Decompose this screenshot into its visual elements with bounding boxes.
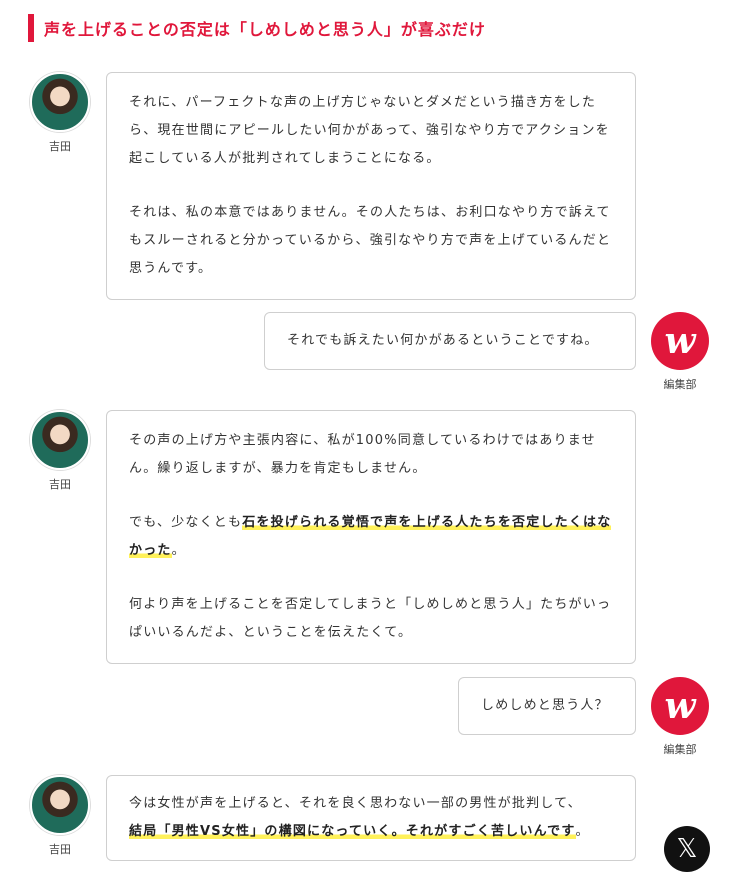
speaker-name: 編集部	[663, 743, 697, 756]
message-paragraph: 結局「男性VS女性」の構図になっていく。それがすごく苦しいんです。	[129, 818, 613, 846]
message-paragraph: それは、私の本意ではありません。その人たちは、お利口なやり方で訴えてもスルーされ…	[129, 205, 612, 276]
message-paragraph: その声の上げ方や主張内容に、私が100%同意しているわけではありません。繰り返し…	[129, 433, 596, 476]
guest-avatar-block: 吉田	[30, 72, 90, 154]
guest-avatar-block: 吉田	[30, 775, 90, 857]
speaker-name: 吉田	[49, 843, 71, 856]
chat-bubble: しめしめと思う人？	[458, 677, 636, 735]
brand-logo-icon: w	[651, 312, 709, 370]
text-span: でも、少なくとも	[129, 515, 243, 530]
avatar	[30, 775, 90, 835]
message-paragraph: それに、パーフェクトな声の上げ方じゃないとダメだという描き方をしたら、現在世間に…	[129, 95, 610, 166]
avatar	[30, 72, 90, 132]
chat-bubble: それに、パーフェクトな声の上げ方じゃないとダメだという描き方をしたら、現在世間に…	[106, 72, 636, 300]
section-heading: 声を上げることの否定は「しめしめと思う人」が喜ぶだけ	[28, 14, 486, 42]
avatar	[30, 410, 90, 470]
message-paragraph: 何より声を上げることを否定してしまうと「しめしめと思う人」たちがいっぱいいるんだ…	[129, 597, 612, 640]
message-paragraph: それでも訴えたい何かがあるということですね。	[287, 333, 599, 348]
heading-accent-bar	[28, 14, 34, 42]
speaker-name: 編集部	[663, 378, 697, 391]
brand-logo-icon: w	[651, 677, 709, 735]
x-share-button[interactable]: 𝕏	[664, 826, 710, 872]
chat-bubble: それでも訴えたい何かがあるということですね。	[264, 312, 636, 370]
message-paragraph: 今は女性が声を上げると、それを良く思わない一部の男性が批判して、	[129, 796, 582, 811]
chat-bubble: 今は女性が声を上げると、それを良く思わない一部の男性が批判して、 結局「男性VS…	[106, 775, 636, 861]
chat-bubble: その声の上げ方や主張内容に、私が100%同意しているわけではありません。繰り返し…	[106, 410, 636, 664]
highlighted-text: 結局「男性VS女性」の構図になっていく。それがすごく苦しいんです	[129, 824, 576, 839]
heading-text: 声を上げることの否定は「しめしめと思う人」が喜ぶだけ	[44, 20, 486, 39]
message-paragraph: しめしめと思う人？	[481, 698, 609, 713]
editor-avatar-block: w 編集部	[650, 677, 710, 757]
editor-avatar-block: w 編集部	[650, 312, 710, 392]
speaker-name: 吉田	[49, 140, 71, 153]
speaker-name: 吉田	[49, 478, 71, 491]
message-paragraph: でも、少なくとも石を投げられる覚悟で声を上げる人たちを否定したくはなかった。	[129, 509, 613, 565]
text-span: 。	[575, 824, 590, 839]
guest-avatar-block: 吉田	[30, 410, 90, 492]
text-span: 。	[171, 543, 186, 558]
x-logo-icon: 𝕏	[676, 834, 698, 864]
